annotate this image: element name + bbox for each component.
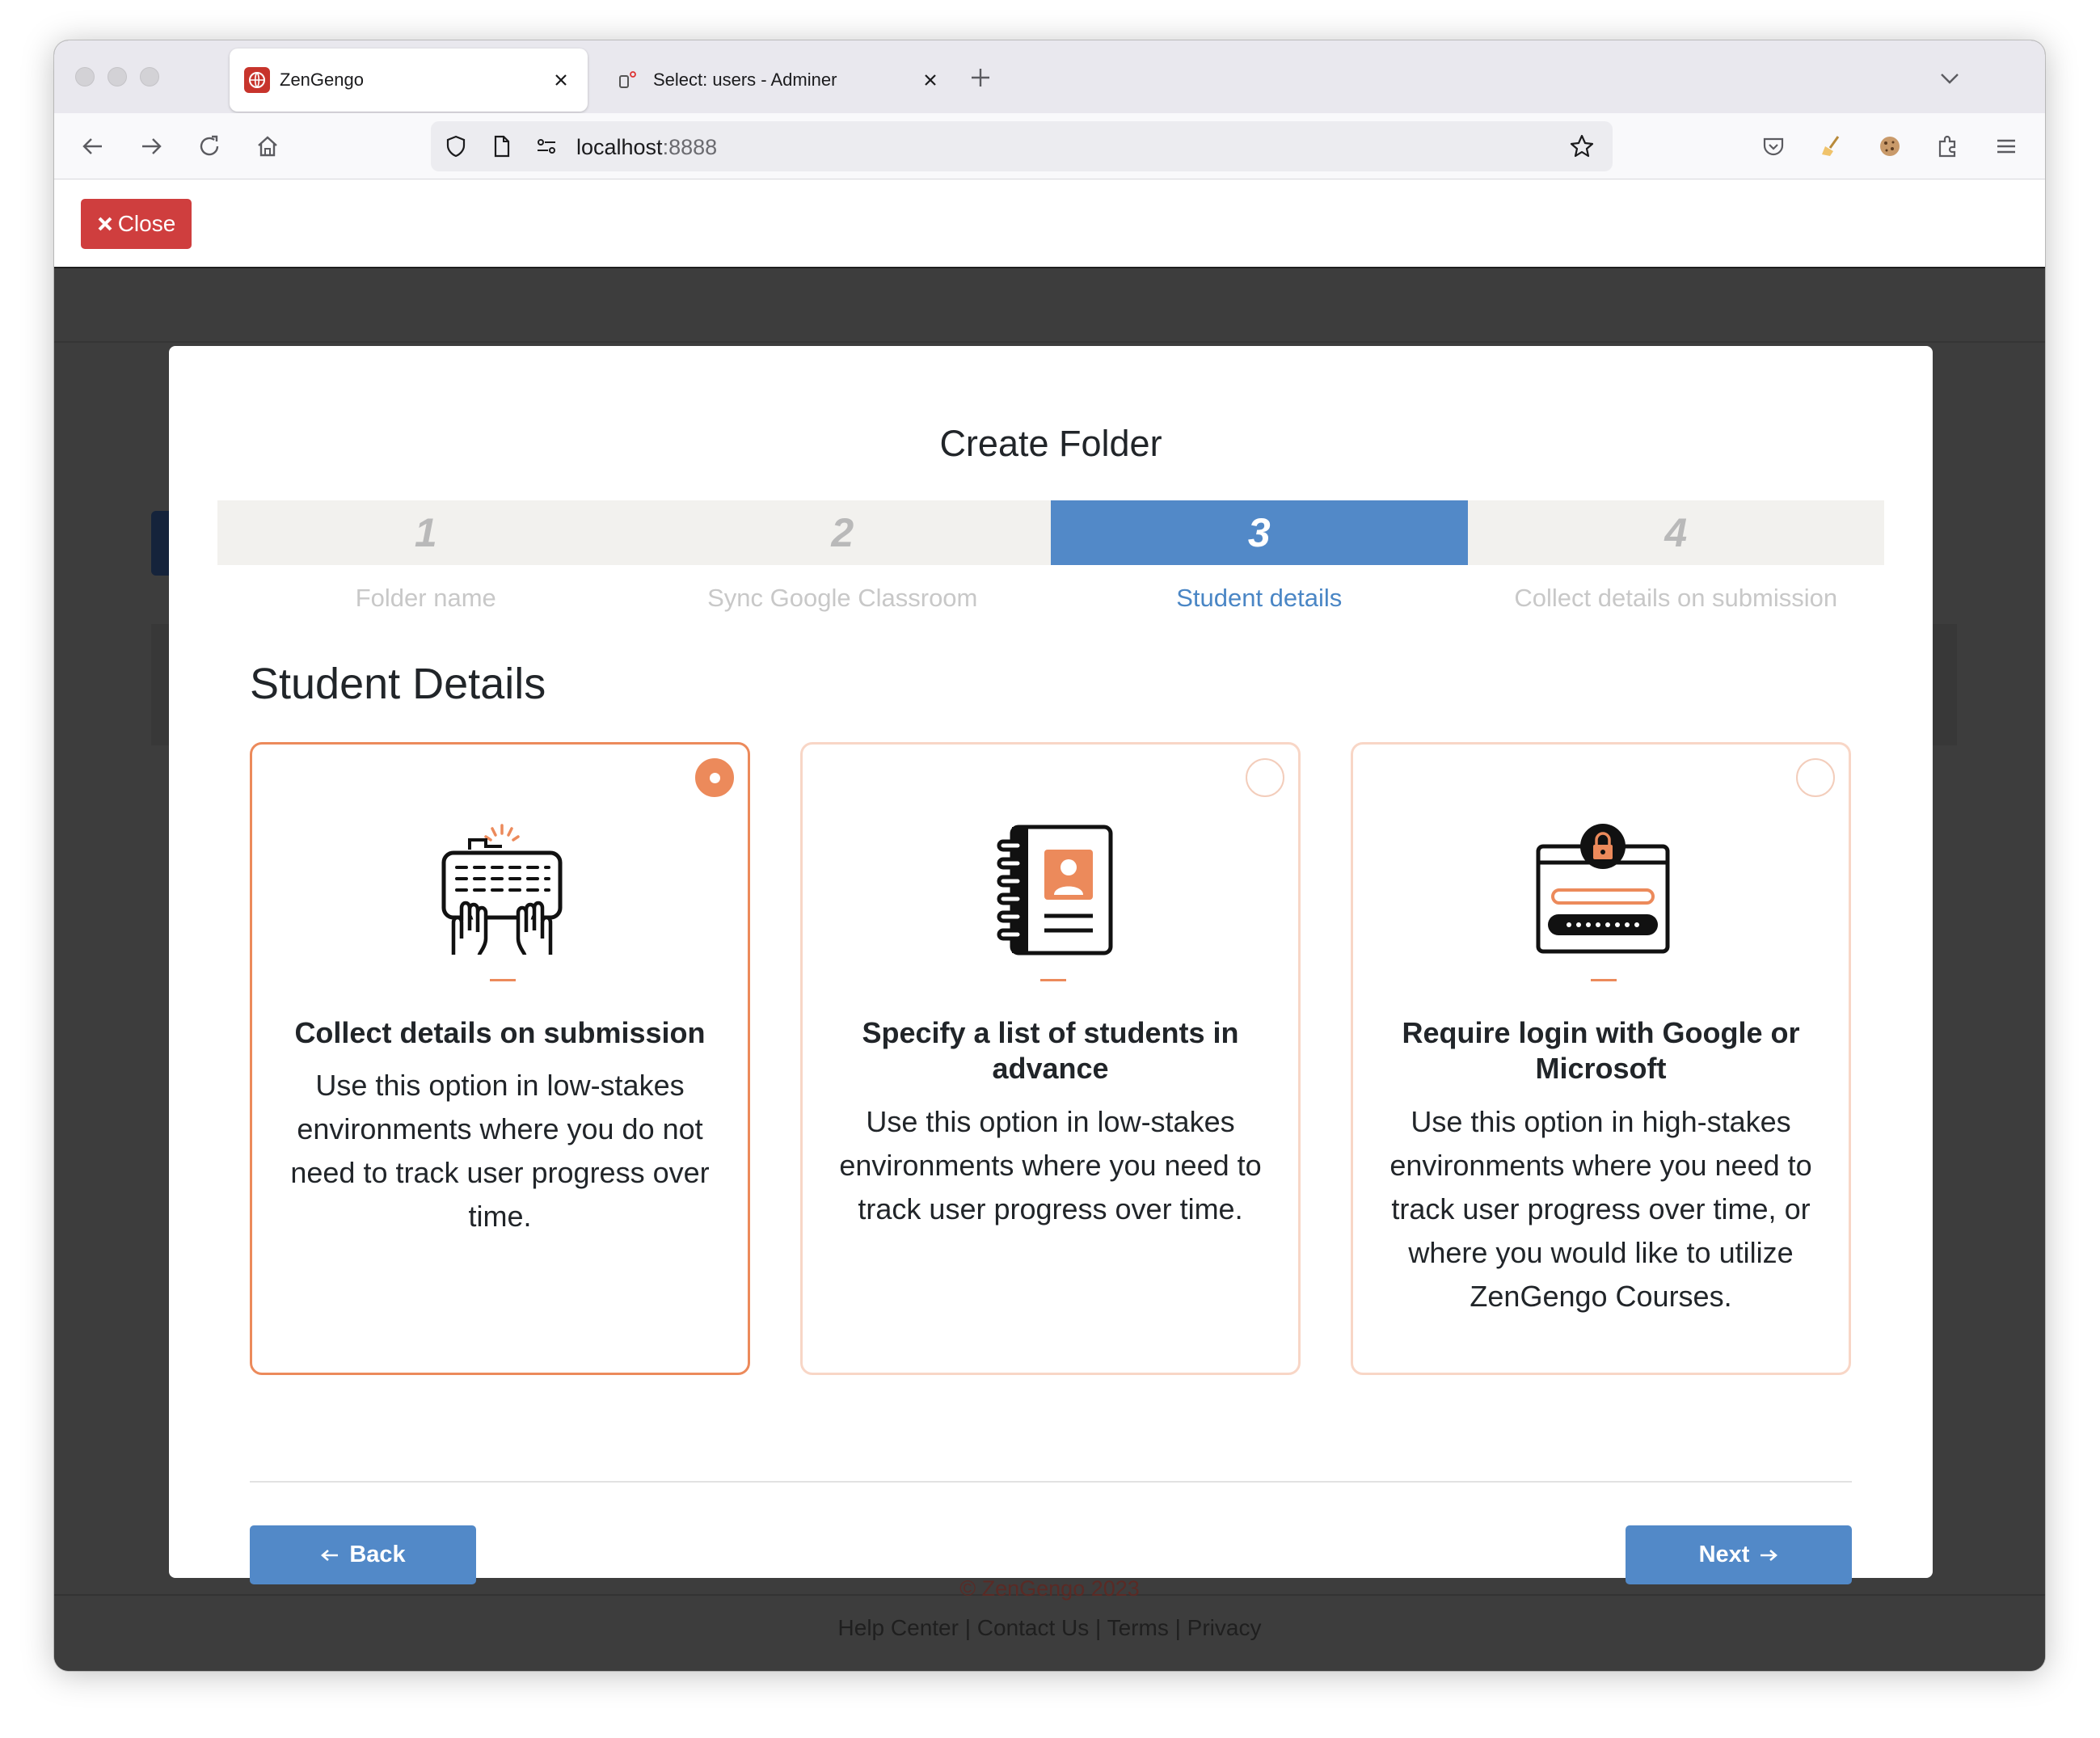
create-folder-modal: Create Folder 1 2 3 4 Folder name Sync G… [169,346,1933,1584]
step-4[interactable]: 4 [1467,500,1884,565]
home-icon[interactable] [252,131,283,162]
navigation-toolbar: localhost:8888 [54,113,2045,179]
tab-strip: ZenGengo Select: users - Adminer [54,40,2045,113]
page-info-icon[interactable] [486,131,517,162]
new-tab-plus-icon[interactable] [968,65,993,91]
backdrop-divider [54,341,2045,343]
modal-title: Create Folder [939,423,1162,464]
url-port: :8888 [662,135,718,159]
decorative-dash [1591,979,1617,981]
back-arrow-icon[interactable] [78,131,108,162]
bookmark-star-icon[interactable] [1567,131,1597,162]
option-description: Use this option in high-stakes environme… [1389,1105,1812,1313]
zengengo-favicon-icon [244,67,270,93]
page-top-bar: Close [54,179,2045,268]
close-button-label: Close [117,211,176,236]
footer-divider [250,1481,1852,1483]
address-book-icon [997,825,1113,955]
address-bar[interactable]: localhost:8888 [431,121,1613,171]
pocket-icon[interactable] [1758,131,1789,162]
next-button[interactable]: Next [1626,1525,1852,1584]
step-4-label: Collect details on submission [1514,584,1838,612]
back-button[interactable]: Back [250,1525,476,1584]
tab-close-icon[interactable] [918,68,942,92]
option-description: Use this option in low-stakes environmen… [839,1105,1262,1225]
step-2-label: Sync Google Classroom [707,584,978,612]
tab-zengengo[interactable]: ZenGengo [230,49,588,112]
tab-close-icon[interactable] [549,68,573,92]
decorative-dash [1040,979,1066,981]
window-zoom-control[interactable] [140,67,159,86]
section-title: Student Details [250,660,546,708]
option-card-specify-list[interactable]: Specify a list of students in advance Us… [800,742,1301,1375]
reload-icon[interactable] [194,131,225,162]
wizard-steps: 1 2 3 4 [217,500,1884,565]
url-host: localhost [576,135,663,159]
tracking-shield-icon[interactable] [441,131,471,162]
browser-window: ZenGengo Select: users - Adminer localho… [54,40,2045,1671]
wizard-step-labels: Folder name Sync Google Classroom Studen… [217,584,1884,613]
left-arrow-icon [321,1549,339,1561]
close-x-icon [98,217,112,231]
option-radio[interactable] [695,758,734,797]
option-title: Collect details on submission [294,1016,706,1049]
option-radio[interactable] [1796,758,1835,797]
window-close-control[interactable] [75,67,95,86]
forward-arrow-icon[interactable] [136,131,167,162]
tab-title: Select: users - Adminer [653,70,837,90]
extensions-puzzle-icon[interactable] [1933,131,1963,162]
cookie-extension-icon[interactable] [1874,131,1905,162]
back-button-label: Back [349,1542,406,1567]
url-text[interactable]: localhost:8888 [576,135,717,160]
app-menu-hamburger-icon[interactable] [1991,131,2022,162]
option-radio[interactable] [1246,758,1284,797]
keyboard-typing-icon [441,824,563,955]
tab-title: ZenGengo [280,70,364,90]
window-minimize-control[interactable] [108,67,127,86]
step-1[interactable]: 1 [217,500,635,565]
permissions-icon[interactable] [531,131,562,162]
step-3[interactable]: 3 [1051,500,1468,565]
secure-login-icon [1536,824,1670,954]
option-card-collect-details[interactable]: Collect details on submission Use this o… [250,742,750,1375]
option-card-require-login[interactable]: Require login with Google or Microsoft U… [1351,742,1851,1375]
option-title: Specify a list of students in advance [862,1016,1239,1085]
close-button[interactable]: Close [81,199,192,249]
list-tabs-chevron-down-icon[interactable] [1938,66,1962,91]
backdrop-panel-shape [1933,624,1957,745]
right-arrow-icon [1761,1549,1778,1561]
adminer-favicon-icon [618,70,639,91]
step-2[interactable]: 2 [634,500,1051,565]
option-description: Use this option in low-stakes environmen… [290,1069,710,1233]
option-title: Require login with Google or Microsoft [1402,1016,1800,1085]
step-1-label: Folder name [355,584,496,612]
footer-links[interactable]: Help Center | Contact Us | Terms | Priva… [54,1615,2045,1641]
step-3-label: Student details [1176,584,1343,612]
next-button-label: Next [1698,1542,1750,1567]
tab-adminer[interactable]: Select: users - Adminer [601,49,957,112]
broom-extension-icon[interactable] [1816,131,1847,162]
decorative-dash [490,979,516,981]
